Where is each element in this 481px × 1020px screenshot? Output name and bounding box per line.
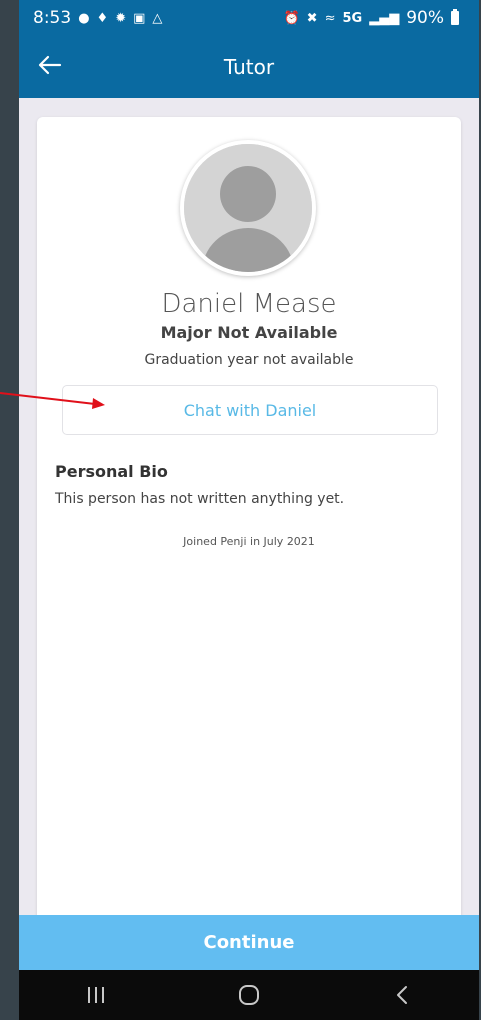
joined-date: Joined Penji in July 2021 (183, 535, 315, 548)
notification-icon: ♦ (96, 10, 109, 26)
gallery-icon: ▣ (133, 10, 146, 26)
arrow-left-icon[interactable] (35, 50, 65, 80)
system-nav-bar (19, 970, 479, 1020)
status-bar: 8:53 ● ♦ ✹ ▣ △ ⏰ ✖ ≈ 5G ▂▄▆ 90% (19, 0, 479, 36)
messenger-icon: ● (78, 10, 90, 26)
chevron-left-icon[interactable] (372, 975, 432, 1015)
default-avatar-icon (184, 144, 312, 272)
battery-percent: 90% (406, 8, 444, 28)
bio-text: This person has not written anything yet… (55, 491, 345, 507)
alarm-icon: ⏰ (283, 10, 300, 26)
graduation-year: Graduation year not available (144, 352, 354, 368)
wifi-icon: ≈ (324, 10, 336, 26)
continue-button[interactable]: Continue (19, 915, 479, 970)
status-right: ⏰ ✖ ≈ 5G ▂▄▆ 90% (283, 8, 459, 28)
tutor-name: Daniel Mease (161, 289, 337, 319)
network-type: 5G (342, 10, 363, 26)
chat-button[interactable]: Chat with Daniel (62, 385, 438, 435)
signal-icon: ▂▄▆ (369, 10, 400, 26)
recent-apps-icon[interactable] (66, 975, 126, 1015)
bio-heading: Personal Bio (55, 462, 168, 481)
page-title: Tutor (223, 55, 275, 79)
bug-icon: ✹ (115, 10, 127, 26)
status-time: 8:53 (33, 8, 72, 28)
drive-icon: △ (152, 10, 163, 26)
tutor-major: Major Not Available (160, 323, 338, 342)
home-icon[interactable] (219, 975, 279, 1015)
profile-card: Daniel Mease Major Not Available Graduat… (37, 117, 461, 937)
avatar (180, 140, 316, 276)
app-bar: Tutor (19, 36, 479, 98)
battery-icon (451, 9, 459, 25)
mute-icon: ✖ (306, 10, 318, 26)
status-left: 8:53 ● ♦ ✹ ▣ △ (33, 8, 162, 28)
phone-screen: 8:53 ● ♦ ✹ ▣ △ ⏰ ✖ ≈ 5G ▂▄▆ 90% Tutor Da… (19, 0, 479, 1020)
